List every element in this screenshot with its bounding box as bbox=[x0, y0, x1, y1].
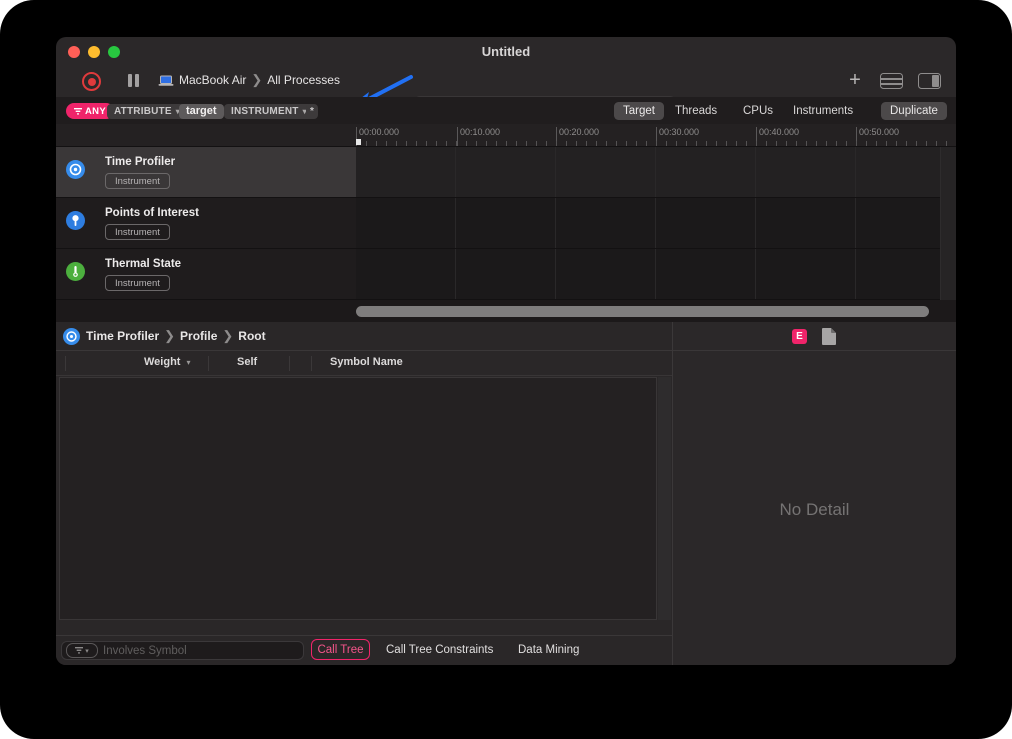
device-name: MacBook Air bbox=[179, 73, 246, 87]
extended-detail-tab[interactable]: E bbox=[792, 329, 807, 344]
toolbar: MacBook Air❯All Processes No Runs + bbox=[56, 64, 956, 97]
chevron-down-icon: ▾ bbox=[85, 647, 89, 655]
tab-cpus[interactable]: CPUs bbox=[743, 102, 773, 120]
call-tree-constraints-button[interactable]: Call Tree Constraints bbox=[386, 644, 493, 656]
instrument-name: Points of Interest bbox=[105, 207, 199, 219]
track-lane[interactable] bbox=[356, 198, 940, 248]
toggle-right-sidebar-icon[interactable] bbox=[918, 73, 941, 89]
track-lane[interactable] bbox=[356, 147, 940, 197]
filter-bar: ANY ATTRIBUTE▾ target INSTRUMENT▾ * Targ… bbox=[56, 97, 956, 124]
bottom-filter-bar: ▾ Call Tree Call Tree Constraints Data M… bbox=[56, 635, 672, 665]
table-scrollbar-gutter[interactable] bbox=[658, 377, 671, 620]
description-document-icon[interactable] bbox=[822, 328, 836, 350]
minor-ticks bbox=[356, 141, 956, 146]
filter-options-chip[interactable]: ▾ bbox=[66, 643, 98, 658]
instrument-badge: Instrument bbox=[105, 224, 170, 240]
data-mining-button[interactable]: Data Mining bbox=[518, 644, 579, 656]
involves-symbol-input[interactable] bbox=[98, 645, 303, 657]
column-divider bbox=[289, 356, 290, 371]
tab-target[interactable]: Target bbox=[614, 102, 664, 120]
instrument-row-points-of-interest[interactable]: Points of Interest Instrument bbox=[56, 198, 956, 249]
any-label: ANY bbox=[85, 106, 106, 117]
filter-funnel-icon bbox=[74, 108, 82, 115]
pause-icon[interactable] bbox=[127, 74, 140, 87]
column-header-self[interactable]: Self bbox=[237, 356, 257, 368]
detail-pane-header: E bbox=[673, 322, 956, 351]
track-lane[interactable] bbox=[356, 249, 940, 299]
duplicate-button[interactable]: Duplicate bbox=[881, 102, 947, 120]
thermal-state-icon bbox=[66, 262, 85, 281]
instrument-name: Thermal State bbox=[105, 258, 181, 270]
instruments-window: Untitled MacBook Air❯All Processes No Ru… bbox=[56, 37, 956, 665]
chevron-separator: ❯ bbox=[246, 72, 267, 87]
symbol-filter-field[interactable]: ▾ bbox=[61, 641, 304, 660]
title-bar: Untitled bbox=[56, 37, 956, 64]
extended-detail-pane: E No Detail bbox=[673, 322, 956, 665]
horizontal-scrollbar[interactable] bbox=[356, 306, 929, 317]
tab-instruments[interactable]: Instruments bbox=[793, 102, 853, 120]
track-vertical-scrollbar-gutter[interactable] bbox=[940, 147, 956, 307]
instrument-badge: Instrument bbox=[105, 275, 170, 291]
instrument-token[interactable]: INSTRUMENT▾ bbox=[224, 104, 314, 119]
target-token[interactable]: target bbox=[179, 104, 224, 119]
toggle-bottom-pane-icon[interactable] bbox=[880, 73, 903, 89]
desktop-background: Untitled MacBook Air❯All Processes No Ru… bbox=[0, 0, 1012, 739]
instrument-name: Time Profiler bbox=[105, 156, 175, 168]
points-of-interest-icon bbox=[66, 211, 85, 230]
call-tree-button[interactable]: Call Tree bbox=[311, 639, 370, 660]
tab-threads[interactable]: Threads bbox=[675, 102, 717, 120]
instrument-row-time-profiler[interactable]: Time Profiler Instrument bbox=[56, 147, 956, 198]
record-icon[interactable] bbox=[82, 72, 101, 91]
breadcrumb-instrument[interactable]: Time Profiler bbox=[86, 329, 159, 343]
no-detail-placeholder: No Detail bbox=[673, 500, 956, 520]
chevron-separator: ❯ bbox=[159, 328, 180, 344]
time-profiler-icon bbox=[66, 160, 85, 179]
breadcrumb-root[interactable]: Root bbox=[238, 329, 265, 343]
column-divider bbox=[65, 356, 66, 371]
target-device-selector[interactable]: MacBook Air❯All Processes bbox=[179, 72, 340, 88]
column-header-symbol-name[interactable]: Symbol Name bbox=[330, 356, 403, 368]
sort-chevron-icon: ▾ bbox=[186, 358, 190, 367]
process-scope: All Processes bbox=[267, 73, 340, 87]
filter-funnel-icon bbox=[75, 647, 83, 654]
attribute-token[interactable]: ATTRIBUTE▾ bbox=[107, 104, 187, 119]
laptop-icon bbox=[158, 74, 174, 92]
detail-breadcrumb: Time Profiler ❯ Profile ❯ Root bbox=[56, 322, 672, 351]
timeline-ruler[interactable]: 00:00.000 00:10.000 00:20.000 00:30.000 … bbox=[56, 124, 956, 147]
instrument-row-thermal-state[interactable]: Thermal State Instrument bbox=[56, 249, 956, 300]
instrument-badge: Instrument bbox=[105, 173, 170, 189]
add-instrument-button[interactable]: + bbox=[844, 68, 866, 92]
pane-divider[interactable] bbox=[672, 322, 673, 665]
wildcard-token[interactable]: * bbox=[306, 104, 318, 119]
time-profiler-icon bbox=[63, 328, 80, 345]
call-tree-table[interactable] bbox=[59, 377, 657, 620]
playhead-marker[interactable] bbox=[356, 139, 361, 145]
breadcrumb-profile[interactable]: Profile bbox=[180, 329, 217, 343]
column-divider bbox=[311, 356, 312, 371]
window-title: Untitled bbox=[56, 44, 956, 59]
column-divider bbox=[208, 356, 209, 371]
call-tree-table-header: Weight▾ Self Symbol Name bbox=[56, 351, 672, 376]
column-header-weight[interactable]: Weight▾ bbox=[144, 356, 190, 368]
chevron-separator: ❯ bbox=[217, 328, 238, 344]
